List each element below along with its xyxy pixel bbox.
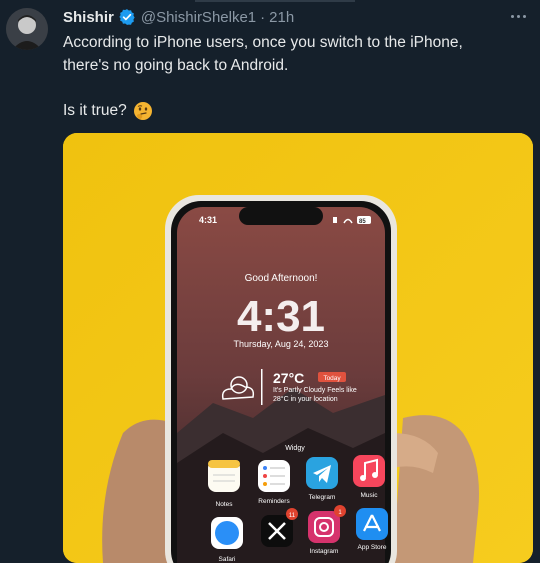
tweet-timestamp[interactable]: 21h — [269, 9, 294, 26]
verified-badge-icon — [118, 8, 136, 26]
phone-temperature: 27°C — [273, 370, 304, 386]
app-label-app-store: App Store — [358, 544, 387, 551]
phone-widget-label: Widgy — [285, 445, 305, 452]
more-options-icon[interactable] — [506, 8, 530, 24]
reminders-app-icon — [258, 460, 290, 492]
tweet-header: Shishir @ShishirShelke1 · 21h — [63, 7, 294, 27]
phone-battery-level: 85 — [359, 219, 366, 225]
telegram-app-icon — [306, 457, 338, 489]
safari-app-icon — [211, 517, 243, 549]
app-label-music: Music — [361, 492, 379, 499]
author-name[interactable]: Shishir — [63, 9, 114, 26]
tweet-question: Is it true? — [63, 102, 127, 119]
thinking-face-icon — [133, 101, 153, 121]
top-divider — [195, 0, 355, 2]
app-store-app-icon — [356, 508, 388, 540]
app-label-safari: Safari — [219, 556, 236, 563]
tweet-text-line-2: there's no going back to Android. — [63, 57, 289, 74]
avatar[interactable] — [6, 8, 48, 50]
notes-app-icon — [208, 460, 240, 492]
phone-clock: 4:31 — [237, 292, 325, 341]
phone-greeting: Good Afternoon! — [245, 273, 318, 284]
music-app-icon — [353, 455, 385, 487]
phone-today-badge: Today — [323, 375, 341, 382]
author-handle[interactable]: @ShishirShelke1 — [141, 9, 256, 26]
x-notification-badge: 11 — [289, 513, 296, 519]
separator-dot: · — [260, 8, 266, 26]
phone-date: Thursday, Aug 24, 2023 — [234, 339, 329, 349]
app-label-notes: Notes — [216, 501, 234, 508]
phone-status-time: 4:31 — [199, 215, 217, 225]
tweet-text-line-1: According to iPhone users, once you swit… — [63, 34, 463, 51]
tweet-media-image[interactable]: 4:31 85 Good Afternoon! 4:31 Thursday, A… — [63, 133, 533, 563]
app-label-reminders: Reminders — [258, 498, 290, 505]
phone-weather-line-2: 28°C in your location — [273, 395, 338, 403]
app-label-instagram: Instagram — [310, 548, 339, 555]
tweet-text: According to iPhone users, once you swit… — [63, 31, 533, 122]
phone-weather-line-1: It's Partly Cloudy Feels like — [273, 387, 357, 394]
app-label-telegram: Telegram — [309, 494, 336, 501]
